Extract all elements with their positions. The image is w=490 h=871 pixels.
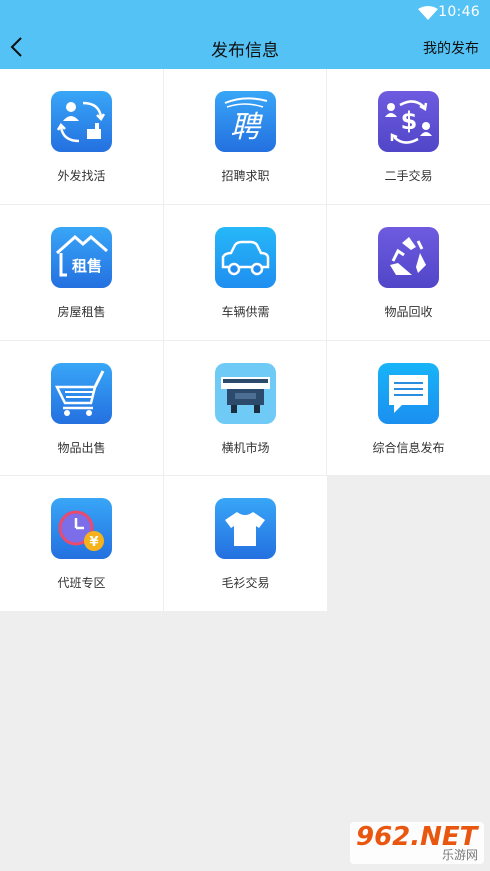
second-hand-trade-icon: $ bbox=[378, 91, 439, 152]
page-title: 发布信息 bbox=[211, 41, 279, 61]
category-sweater-trade[interactable]: 毛衫交易 bbox=[164, 476, 327, 611]
message-icon bbox=[378, 363, 439, 424]
category-recycling[interactable]: 物品回收 bbox=[327, 205, 490, 340]
car-icon bbox=[215, 227, 276, 288]
knitting-machine-icon bbox=[215, 363, 276, 424]
category-recruitment[interactable]: 聘 招聘求职 bbox=[164, 69, 327, 204]
svg-text:聘: 聘 bbox=[230, 110, 264, 145]
shift-clock-icon: ¥ bbox=[51, 498, 112, 559]
grid-divider bbox=[326, 69, 327, 476]
category-label: 综合信息发布 bbox=[372, 441, 445, 455]
status-bar: 10:46 bbox=[0, 0, 490, 26]
category-house-rent-sale[interactable]: 租售 房屋租售 bbox=[0, 205, 163, 340]
category-label: 外发找活 bbox=[57, 169, 106, 183]
category-label: 毛衫交易 bbox=[221, 576, 270, 590]
category-label: 代班专区 bbox=[57, 576, 106, 590]
category-item-sale[interactable]: 物品出售 bbox=[0, 341, 163, 476]
category-label: 物品出售 bbox=[57, 441, 106, 455]
house-rent-sale-icon: 租售 bbox=[51, 227, 112, 288]
svg-text:¥: ¥ bbox=[89, 535, 98, 550]
category-label: 招聘求职 bbox=[221, 169, 270, 183]
svg-text:租售: 租售 bbox=[72, 257, 102, 275]
category-label: 物品回收 bbox=[384, 305, 433, 319]
category-second-hand-trade[interactable]: $ 二手交易 bbox=[327, 69, 490, 204]
watermark-logo: 962.NET 乐游网 bbox=[350, 822, 484, 864]
wifi-icon bbox=[418, 6, 438, 20]
category-label: 横机市场 bbox=[221, 441, 270, 455]
grid-divider bbox=[0, 340, 490, 341]
recruitment-icon: 聘 bbox=[215, 91, 276, 152]
category-general-info-posting[interactable]: 综合信息发布 bbox=[327, 341, 490, 476]
category-substitute-shift[interactable]: ¥ 代班专区 bbox=[0, 476, 163, 611]
category-car-supply-demand[interactable]: 车辆供需 bbox=[164, 205, 327, 340]
category-label: 车辆供需 bbox=[221, 305, 270, 319]
grid-divider bbox=[0, 475, 490, 476]
outsource-work-icon bbox=[51, 91, 112, 152]
category-label: 房屋租售 bbox=[57, 305, 106, 319]
category-knitting-machine-market[interactable]: 横机市场 bbox=[164, 341, 327, 476]
tshirt-icon bbox=[215, 498, 276, 559]
status-time: 10:46 bbox=[438, 4, 480, 20]
svg-text:$: $ bbox=[401, 107, 418, 135]
recycle-icon bbox=[378, 227, 439, 288]
shopping-cart-icon bbox=[51, 363, 112, 424]
watermark-subtext: 乐游网 bbox=[441, 848, 478, 862]
grid-divider bbox=[0, 204, 490, 205]
my-posts-button[interactable]: 我的发布 bbox=[423, 38, 479, 58]
category-outsource-work[interactable]: 外发找活 bbox=[0, 69, 163, 204]
category-label: 二手交易 bbox=[384, 169, 433, 183]
app-header: 发布信息 我的发布 bbox=[0, 26, 490, 69]
